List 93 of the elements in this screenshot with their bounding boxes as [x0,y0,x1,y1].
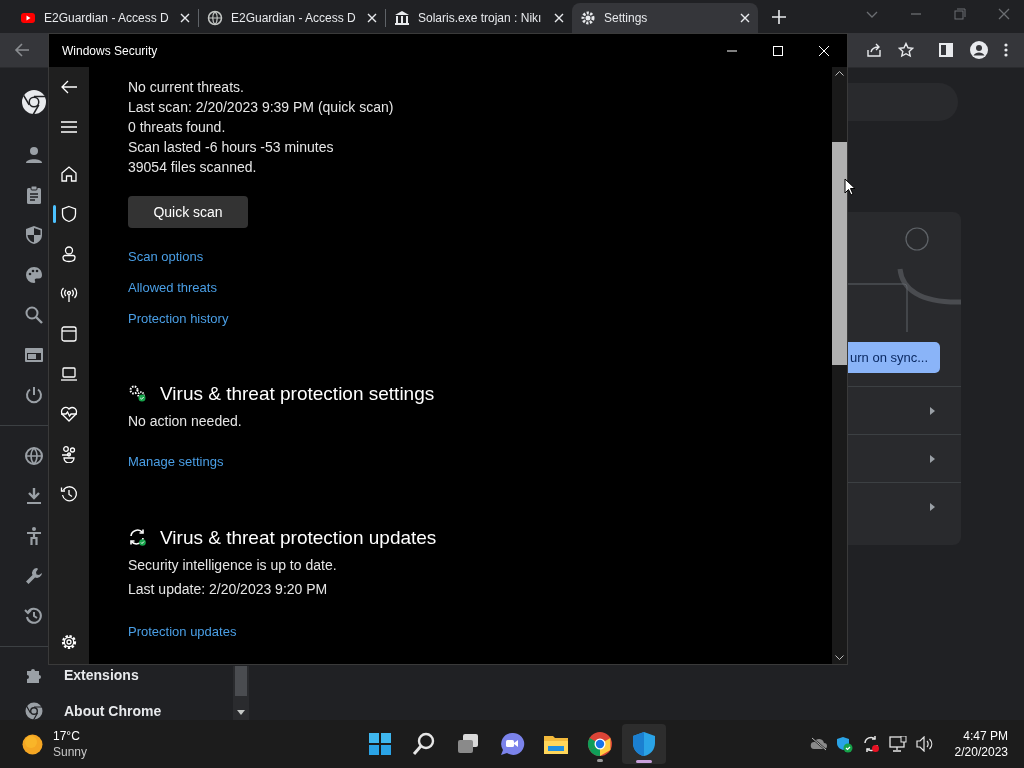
person-icon[interactable] [24,145,44,165]
link[interactable]: Protection updates [128,623,237,641]
download-icon[interactable] [24,486,44,506]
status-text: Security intelligence is up to date. [128,556,338,575]
heart-pulse-icon [60,405,78,423]
youtube-icon [20,10,36,26]
chrome-logo-icon [21,88,47,115]
link[interactable]: Manage settings [128,453,224,471]
chrome-logo-icon [587,731,613,757]
volume-icon[interactable] [915,736,934,752]
laptop-icon [60,365,78,383]
profile-icon[interactable] [970,41,988,59]
clock-date: 2/20/2023 [954,744,1008,760]
browser-tab[interactable]: Settings [572,3,758,33]
browser-tab[interactable]: Solaris.exe trojan : Nikı [386,3,572,33]
scroll-down-icon[interactable] [237,710,245,716]
clock-time: 4:47 PM [963,728,1008,744]
link[interactable]: Protection history [128,310,229,328]
power-icon[interactable] [24,385,44,405]
scroll-up-icon[interactable] [835,70,844,76]
palette-icon[interactable] [24,265,44,285]
taskbar-app[interactable] [622,724,666,764]
caret-right-icon[interactable] [930,502,935,511]
scrollbar[interactable] [832,67,847,664]
star-icon[interactable] [898,42,914,58]
family-icon [60,445,78,463]
search-icon[interactable] [24,305,44,325]
weather-temperature: 17°C [53,728,81,744]
link[interactable]: Allowed threats [128,279,217,297]
search-field[interactable] [848,82,958,121]
sync-alert-icon[interactable] [861,735,880,753]
quick-scan-button[interactable]: Quick scan [128,196,248,228]
section-heading: Virus & threat protection updates [160,525,437,550]
globe-icon [207,10,223,26]
menu-icon[interactable] [60,118,78,136]
cloud-off-icon[interactable] [809,737,827,751]
status-text: Scan lasted -6 hours -53 minutes [128,138,335,157]
browser-tab[interactable]: E2Guardian - Access D [12,3,198,33]
building-icon [394,10,410,26]
start-icon [367,731,393,757]
home-icon [60,165,78,183]
browser-window-icon[interactable] [24,345,44,365]
sun-icon [22,733,43,755]
network-icon[interactable] [888,736,907,752]
caret-right-icon[interactable] [930,454,935,463]
shield-check-icon[interactable] [835,735,853,753]
link[interactable]: Scan options [128,248,204,266]
weather-condition: Sunny [53,744,88,760]
scrollbar[interactable] [233,666,249,720]
status-text: No action needed. [128,412,243,431]
app-window-icon [60,325,78,343]
section-heading: Virus & threat protection settings [160,381,435,406]
accessibility-icon[interactable] [24,526,44,546]
browser-tab[interactable]: E2Guardian - Access D [199,3,385,33]
person-icon [60,245,78,263]
clipboard-icon[interactable] [24,185,44,205]
wrench-icon[interactable] [24,566,44,586]
gears-check-icon [128,384,148,404]
tab-title: Settings [604,10,649,27]
chrome-logo-icon[interactable] [24,701,44,720]
search-icon [411,731,437,757]
sidebar-item[interactable]: Extensions [64,668,139,682]
status-text: Last update: 2/20/2023 9:20 PM [128,580,329,599]
status-text: 39054 files scanned. [128,158,258,177]
sync-button[interactable]: urn on sync... [848,342,940,373]
tab-title: E2Guardian - Access D [44,10,170,27]
tab-title: E2Guardian - Access D [231,10,357,27]
globe-icon[interactable] [24,446,44,466]
chat-icon [499,731,525,757]
antenna-icon [60,285,78,303]
shield-icon [631,731,657,757]
settings-icon[interactable] [60,633,78,651]
scrollbar-thumb[interactable] [832,142,847,365]
caret-right-icon[interactable] [930,406,935,415]
more-icon[interactable] [1004,43,1008,57]
status-text: Last scan: 2/20/2023 9:39 PM (quick scan) [128,98,395,117]
sidebar-item[interactable]: About Chrome [64,704,162,718]
status-text: 0 threats found. [128,118,227,137]
scroll-down-icon[interactable] [835,655,844,661]
share-icon[interactable] [866,42,882,58]
shield-icon[interactable] [24,225,44,245]
settings-icon [580,10,596,26]
back-icon[interactable] [60,78,78,96]
refresh-check-icon [128,528,148,548]
tab-title: Solaris.exe trojan : Nikı [418,10,543,27]
window-title: Windows Security [62,42,158,60]
side-panel-icon[interactable] [938,42,954,58]
maximize-icon[interactable] [772,44,784,57]
status-text: No current threats. [128,78,245,97]
shield-icon [60,205,78,223]
history-icon[interactable] [24,606,44,626]
new-tab-icon[interactable] [772,10,786,24]
history-icon [60,485,78,503]
